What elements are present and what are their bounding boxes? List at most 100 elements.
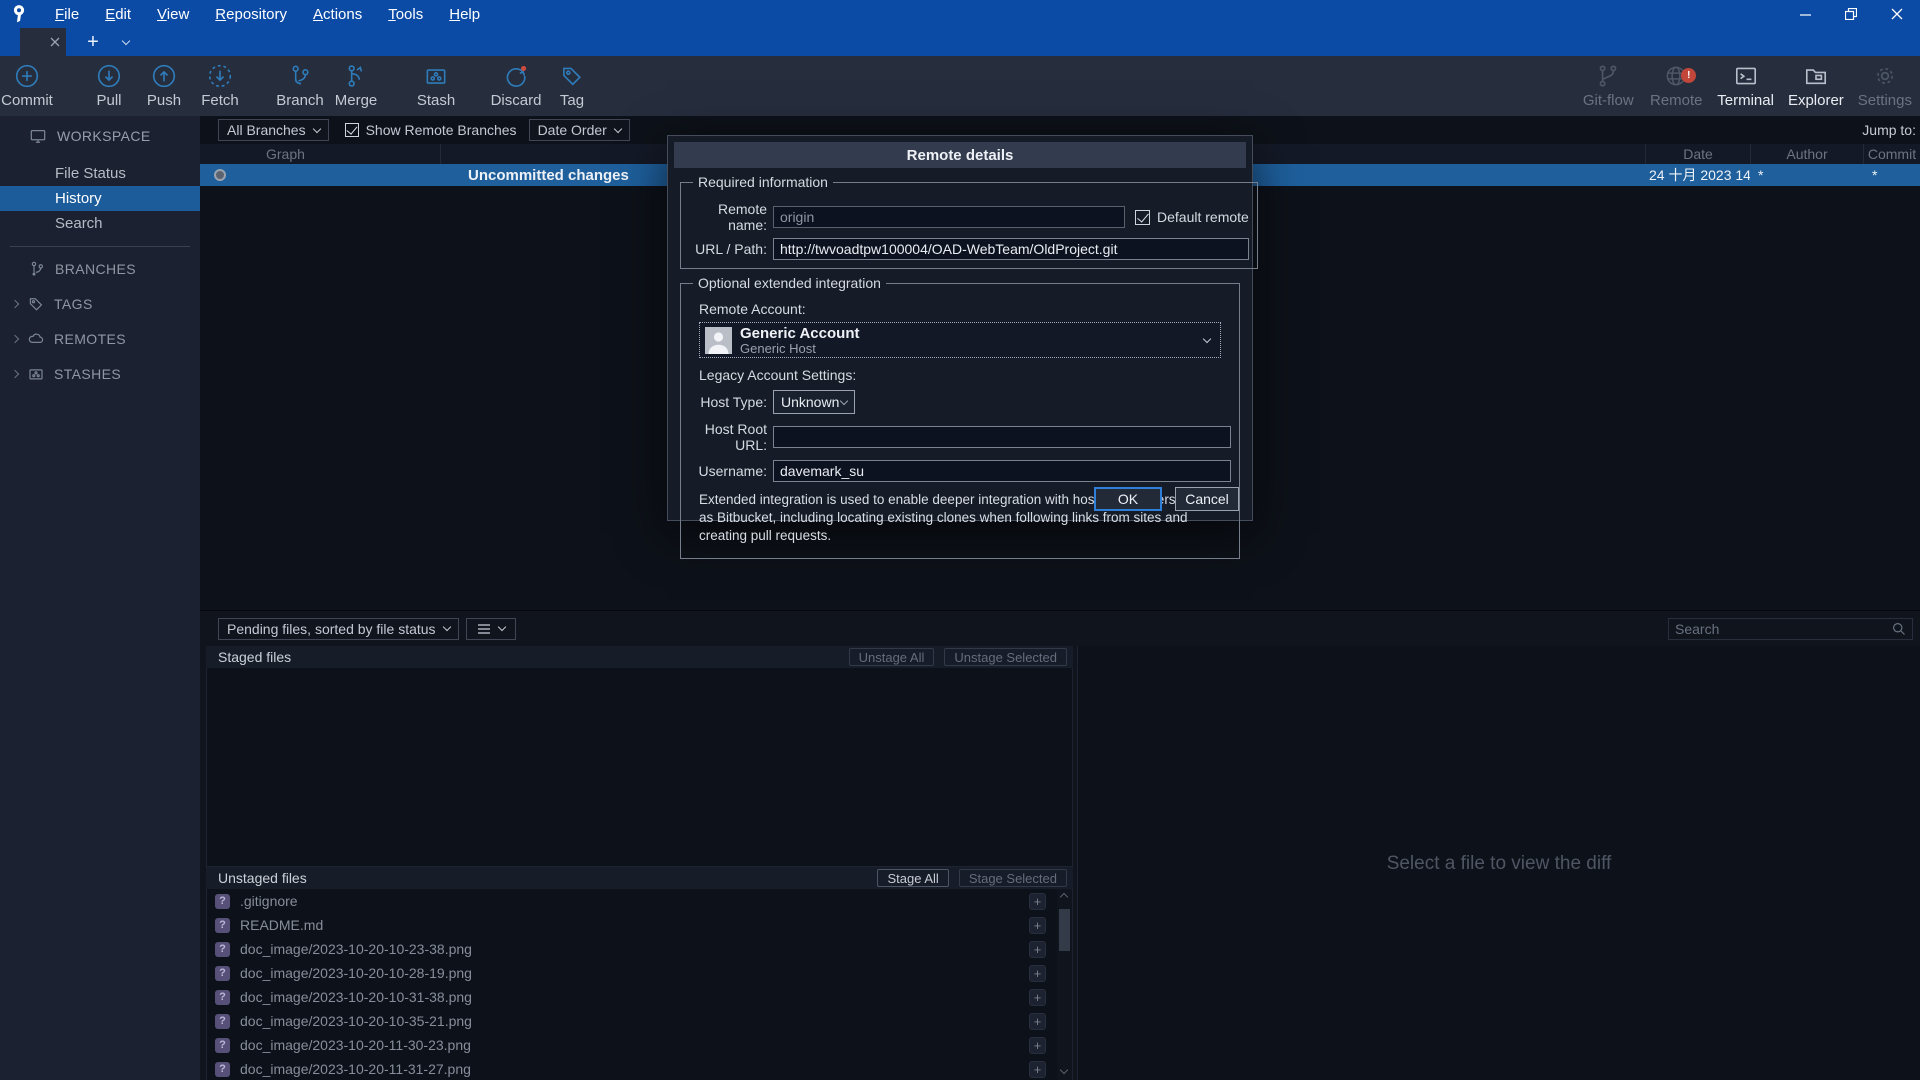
url-path-label: URL / Path:: [689, 241, 767, 257]
tab-list-dropdown[interactable]: [114, 28, 138, 56]
stage-all-button[interactable]: Stage All: [877, 869, 948, 887]
required-information-group: Required information Remote name: Defaul…: [680, 174, 1258, 269]
chevron-down-icon: [312, 124, 320, 132]
menu-edit[interactable]: Edit: [94, 4, 142, 25]
fetch-icon: [207, 63, 233, 89]
tab-close-icon[interactable]: [50, 37, 60, 47]
sidebar-item-search[interactable]: Search: [0, 211, 200, 236]
sidebar-section-tags[interactable]: TAGS: [0, 286, 200, 321]
unstage-all-button[interactable]: Unstage All: [849, 648, 935, 666]
show-remote-branches-checkbox[interactable]: [345, 123, 359, 137]
username-input[interactable]: [773, 460, 1231, 482]
gitflow-button[interactable]: Git-flow: [1581, 58, 1635, 114]
restore-button[interactable]: [1828, 0, 1874, 28]
stage-file-button[interactable]: +: [1029, 941, 1046, 958]
settings-button[interactable]: Settings: [1858, 58, 1912, 114]
stash-button[interactable]: Stash: [409, 58, 463, 114]
column-header-graph[interactable]: Graph: [200, 146, 440, 162]
pull-button[interactable]: Pull: [82, 58, 136, 114]
unstaged-scrollbar[interactable]: [1057, 889, 1072, 1080]
menu-help[interactable]: Help: [438, 4, 491, 25]
untracked-file-icon: ?: [215, 966, 230, 981]
menu-tools[interactable]: Tools: [377, 4, 434, 25]
column-header-commit[interactable]: Commit: [1863, 144, 1920, 164]
remote-account-label: Remote Account:: [699, 301, 1231, 317]
cancel-button[interactable]: Cancel: [1175, 487, 1239, 511]
terminal-button[interactable]: Terminal: [1717, 58, 1774, 114]
pending-files-sort-dropdown[interactable]: Pending files, sorted by file status: [218, 618, 459, 640]
merge-button[interactable]: Merge: [329, 58, 383, 114]
files-toolbar: Pending files, sorted by file status: [200, 611, 1920, 646]
default-remote-checkbox[interactable]: [1135, 210, 1150, 225]
scroll-up-icon[interactable]: [1060, 893, 1068, 901]
expand-chevron-icon[interactable]: [11, 369, 19, 377]
branch-filter-dropdown[interactable]: All Branches: [218, 119, 329, 141]
file-search-input[interactable]: [1675, 621, 1891, 637]
tag-button[interactable]: Tag: [545, 58, 599, 114]
file-row[interactable]: ? README.md +: [207, 913, 1072, 937]
url-path-input[interactable]: [773, 238, 1249, 260]
stage-file-button[interactable]: +: [1029, 989, 1046, 1006]
file-row[interactable]: ? doc_image/2023-10-20-10-31-38.png +: [207, 985, 1072, 1009]
view-options-dropdown[interactable]: [466, 618, 516, 640]
commit-button[interactable]: Commit: [0, 58, 54, 114]
unstaged-files-list: ? .gitignore + ? README.md + ? doc_image…: [206, 889, 1073, 1080]
stage-file-button[interactable]: +: [1029, 1013, 1046, 1030]
scrollbar-thumb[interactable]: [1059, 909, 1070, 951]
jump-to-label: Jump to:: [1862, 122, 1916, 138]
column-header-author[interactable]: Author: [1750, 144, 1863, 164]
remote-account-dropdown[interactable]: Generic Account Generic Host: [699, 322, 1221, 358]
legacy-settings-label: Legacy Account Settings:: [699, 367, 1231, 383]
menu-repository[interactable]: Repository: [204, 4, 298, 25]
show-remote-branches-toggle[interactable]: Show Remote Branches: [345, 122, 517, 138]
new-tab-button[interactable]: +: [78, 28, 108, 56]
discard-button[interactable]: Discard: [489, 58, 543, 114]
remote-button[interactable]: ! Remote: [1649, 58, 1703, 114]
file-row[interactable]: ? doc_image/2023-10-20-10-35-21.png +: [207, 1009, 1072, 1033]
push-button[interactable]: Push: [137, 58, 191, 114]
file-row[interactable]: ? .gitignore +: [207, 889, 1072, 913]
sidebar-section-branches[interactable]: BRANCHES: [0, 251, 200, 286]
file-row[interactable]: ? doc_image/2023-10-20-10-23-38.png +: [207, 937, 1072, 961]
remote-name-input[interactable]: [773, 206, 1125, 228]
menu-view[interactable]: View: [146, 4, 200, 25]
unstage-selected-button[interactable]: Unstage Selected: [944, 648, 1067, 666]
staged-files-list[interactable]: [206, 668, 1073, 867]
commit-author: *: [1750, 167, 1863, 183]
fetch-button[interactable]: Fetch: [193, 58, 247, 114]
stage-file-button[interactable]: +: [1029, 1061, 1046, 1078]
stage-file-button[interactable]: +: [1029, 965, 1046, 982]
menu-actions[interactable]: Actions: [302, 4, 373, 25]
sidebar-section-remotes[interactable]: REMOTES: [0, 321, 200, 356]
scroll-down-icon[interactable]: [1060, 1066, 1068, 1074]
close-button[interactable]: [1874, 0, 1920, 28]
stage-file-button[interactable]: +: [1029, 1037, 1046, 1054]
sidebar-item-history[interactable]: History: [0, 186, 200, 211]
minimize-button[interactable]: [1782, 0, 1828, 28]
explorer-button[interactable]: Explorer: [1788, 58, 1844, 114]
branch-button[interactable]: Branch: [273, 58, 327, 114]
expand-chevron-icon[interactable]: [11, 334, 19, 342]
menu-file[interactable]: File: [44, 4, 90, 25]
sidebar-section-stashes[interactable]: STASHES: [0, 356, 200, 391]
stage-file-button[interactable]: +: [1029, 893, 1046, 910]
column-header-date[interactable]: Date: [1645, 144, 1750, 164]
workspace-label: WORKSPACE: [57, 128, 151, 144]
order-filter-dropdown[interactable]: Date Order: [529, 119, 630, 141]
file-row[interactable]: ? doc_image/2023-10-20-11-30-23.png +: [207, 1033, 1072, 1057]
ok-button[interactable]: OK: [1094, 487, 1162, 511]
stage-file-button[interactable]: +: [1029, 917, 1046, 934]
default-remote-toggle[interactable]: Default remote: [1135, 209, 1249, 225]
file-search-box[interactable]: [1668, 618, 1913, 640]
sidebar-item-file-status[interactable]: File Status: [0, 161, 200, 186]
host-root-url-input[interactable]: [773, 426, 1231, 448]
host-type-select[interactable]: Unknown: [773, 390, 855, 414]
expand-chevron-icon[interactable]: [11, 299, 19, 307]
file-row[interactable]: ? doc_image/2023-10-20-10-28-19.png +: [207, 961, 1072, 985]
stage-selected-button[interactable]: Stage Selected: [959, 869, 1067, 887]
unstaged-files-header: Unstaged files Stage All Stage Selected: [206, 867, 1073, 889]
file-row[interactable]: ? doc_image/2023-10-20-11-31-27.png +: [207, 1057, 1072, 1080]
repo-tab[interactable]: [20, 28, 66, 56]
untracked-file-icon: ?: [215, 990, 230, 1005]
files-split: Staged files Unstage All Unstage Selecte…: [200, 646, 1920, 1080]
